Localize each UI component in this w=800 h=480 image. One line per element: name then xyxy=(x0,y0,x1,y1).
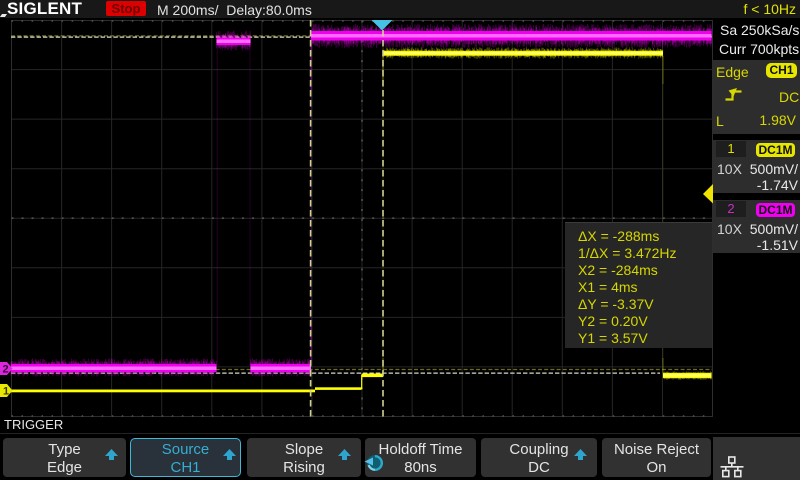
svg-text:2: 2 xyxy=(3,364,9,376)
svg-text:1: 1 xyxy=(3,386,9,398)
